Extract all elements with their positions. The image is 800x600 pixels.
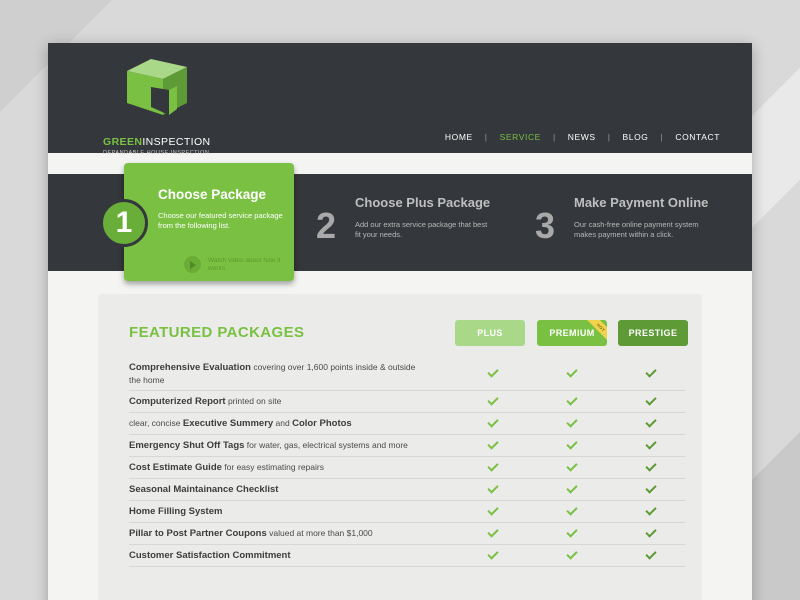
feature-text: Customer Satisfaction Commitment xyxy=(129,550,291,561)
plan-plus-label: PLUS xyxy=(477,328,503,338)
packages-title: FEATURED PACKAGES xyxy=(129,324,305,341)
plan-premium-label: PREMIUM xyxy=(549,328,595,338)
feature-row: Home Filling System xyxy=(129,501,685,523)
nav-home[interactable]: HOME xyxy=(433,132,485,142)
check-icon xyxy=(645,526,657,538)
check-icon xyxy=(645,416,657,428)
feature-row: Pillar to Post Partner Coupons valued at… xyxy=(129,523,685,545)
nav-news[interactable]: NEWS xyxy=(556,132,608,142)
nav-service[interactable]: SERVICE xyxy=(488,132,553,142)
step-3-desc: Our cash-free online payment system make… xyxy=(574,220,699,239)
nav-contact[interactable]: CONTACT xyxy=(663,132,732,142)
feature-row: Computerized Report printed on site xyxy=(129,391,685,413)
feature-row: Seasonal Maintainance Checklist xyxy=(129,479,685,501)
step-1-desc: Choose our featured service package from… xyxy=(158,211,283,230)
step-3-number: 3 xyxy=(535,205,556,246)
check-icon xyxy=(645,460,657,472)
step-1-card[interactable]: Choose Package Choose our featured servi… xyxy=(124,163,294,281)
feature-table: Comprehensive Evaluation covering over 1… xyxy=(129,357,685,567)
check-icon xyxy=(645,394,657,406)
brand-tagline: DEPANDABLE HOUSE INSPECTION xyxy=(103,150,210,156)
feature-row: Emergency Shut Off Tags for water, gas, … xyxy=(129,435,685,457)
feature-row: clear, concise Executive Summery and Col… xyxy=(129,413,685,435)
feature-text: Pillar to Post Partner Coupons valued at… xyxy=(129,528,373,539)
check-icon xyxy=(487,482,499,494)
check-icon xyxy=(566,460,578,472)
check-icon xyxy=(645,366,657,378)
check-icon xyxy=(487,366,499,378)
site-header: GREENINSPECTION DEPANDABLE HOUSE INSPECT… xyxy=(48,43,752,156)
main-nav: HOME | SERVICE | NEWS | BLOG | CONTACT xyxy=(433,132,732,142)
step-2[interactable]: 2 Choose Plus Package Add our extra serv… xyxy=(316,193,516,263)
nav-blog[interactable]: BLOG xyxy=(611,132,661,142)
feature-row: Cost Estimate Guide for easy estimating … xyxy=(129,457,685,479)
page: GREENINSPECTION DEPANDABLE HOUSE INSPECT… xyxy=(48,43,752,600)
check-icon xyxy=(566,548,578,560)
feature-text: Computerized Report printed on site xyxy=(129,396,282,407)
logo[interactable]: GREENINSPECTION DEPANDABLE HOUSE INSPECT… xyxy=(103,57,223,156)
check-icon xyxy=(566,438,578,450)
house-cube-icon xyxy=(127,59,187,115)
check-icon xyxy=(645,504,657,516)
step-2-title: Choose Plus Package xyxy=(355,195,491,210)
feature-text: Cost Estimate Guide for easy estimating … xyxy=(129,462,324,473)
check-icon xyxy=(566,366,578,378)
plan-prestige-label: PRESTIGE xyxy=(628,328,678,338)
feature-text: Home Filling System xyxy=(129,506,223,517)
feature-text: clear, concise Executive Summery and Col… xyxy=(129,418,352,429)
step-1-number: 1 xyxy=(100,199,148,247)
feature-row: Customer Satisfaction Commitment xyxy=(129,545,685,567)
check-icon xyxy=(566,482,578,494)
brand-name: GREENINSPECTION xyxy=(103,136,211,148)
check-icon xyxy=(487,526,499,538)
check-icon xyxy=(487,416,499,428)
check-icon xyxy=(645,438,657,450)
check-icon xyxy=(566,394,578,406)
check-icon xyxy=(487,460,499,472)
step-2-desc: Add our extra service package that best … xyxy=(355,220,488,239)
feature-text: Seasonal Maintainance Checklist xyxy=(129,484,279,495)
watch-video-link[interactable]: Watch video about how it works xyxy=(208,257,288,273)
check-icon xyxy=(566,504,578,516)
check-icon xyxy=(566,526,578,538)
packages-card: FEATURED PACKAGES PLUS PREMIUM HOT PRESTI… xyxy=(98,294,702,600)
check-icon xyxy=(487,438,499,450)
plan-prestige-button[interactable]: PRESTIGE xyxy=(618,320,688,346)
step-2-number: 2 xyxy=(316,205,337,246)
check-icon xyxy=(645,548,657,560)
step-3-title: Make Payment Online xyxy=(574,195,709,210)
check-icon xyxy=(487,394,499,406)
feature-text: Comprehensive Evaluation covering over 1… xyxy=(129,362,416,385)
play-icon[interactable] xyxy=(184,256,201,273)
plan-premium-button[interactable]: PREMIUM HOT xyxy=(537,320,607,346)
feature-row: Comprehensive Evaluation covering over 1… xyxy=(129,357,685,391)
step-1-title: Choose Package xyxy=(158,187,267,202)
step-3[interactable]: 3 Make Payment Online Our cash-free onli… xyxy=(535,193,735,263)
feature-text: Emergency Shut Off Tags for water, gas, … xyxy=(129,440,408,451)
check-icon xyxy=(487,548,499,560)
plan-plus-button[interactable]: PLUS xyxy=(455,320,525,346)
check-icon xyxy=(645,482,657,494)
check-icon xyxy=(566,416,578,428)
check-icon xyxy=(487,504,499,516)
